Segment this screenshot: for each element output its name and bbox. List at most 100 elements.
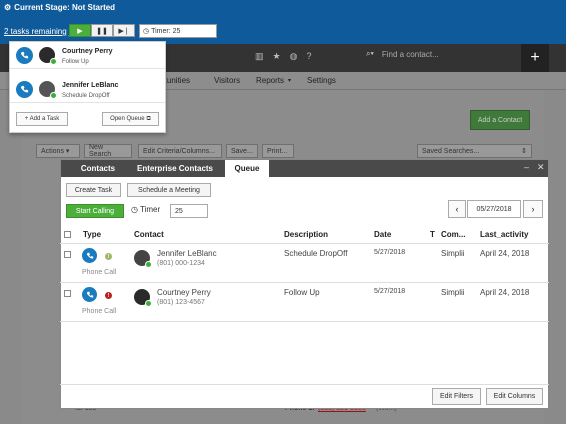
tasks-remaining-link[interactable]: 2 tasks remaining ▾ xyxy=(4,27,73,36)
row-contact-phone: (801) 000-1234 xyxy=(157,260,205,267)
col-contact[interactable]: Contact xyxy=(134,230,164,239)
gear-icon[interactable]: ⚙ xyxy=(4,3,11,12)
row-contact-name[interactable]: Courtney Perry xyxy=(157,288,211,297)
minimize-icon[interactable]: – xyxy=(524,162,529,172)
tasks-dropdown: Courtney Perry Follow Up Jennifer LeBlan… xyxy=(9,41,166,133)
tab-queue[interactable]: Queue xyxy=(225,160,269,177)
footer-divider xyxy=(60,384,549,385)
menu-visitors[interactable]: Visitors xyxy=(214,76,240,85)
actions-button[interactable]: Actions ▾ xyxy=(36,144,80,158)
tasks-remaining-text[interactable]: 2 tasks remaining xyxy=(4,27,67,36)
avatar xyxy=(134,250,152,268)
task-description: Schedule DropOff xyxy=(62,93,110,99)
chart-icon[interactable]: ▥ xyxy=(255,51,264,62)
row-divider xyxy=(60,282,549,283)
edit-criteria-button[interactable]: Edit Criteria/Columns... xyxy=(138,144,222,158)
row-checkbox[interactable] xyxy=(64,251,71,258)
add-contact-button[interactable]: Add a Contact xyxy=(470,110,530,130)
avatar xyxy=(134,289,152,307)
globe-icon[interactable]: ◍ xyxy=(290,51,298,62)
add-task-button[interactable]: + Add a Task xyxy=(16,112,68,126)
tab-contacts[interactable]: Contacts xyxy=(69,160,127,177)
task-description: Follow Up xyxy=(62,59,89,65)
saved-searches-select[interactable]: Saved Searches... ⇕ xyxy=(417,144,532,158)
add-button[interactable]: + xyxy=(521,44,549,72)
row-date: 5/27/2018 xyxy=(374,249,406,256)
schedule-meeting-button[interactable]: Schedule a Meeting xyxy=(127,183,211,197)
timer-display[interactable]: ◷ Timer: 25 xyxy=(139,24,217,38)
task-item[interactable]: Courtney Perry Follow Up xyxy=(10,42,165,69)
menu-reports[interactable]: Reports xyxy=(256,76,284,85)
external-link-icon: ⧉ xyxy=(146,115,151,122)
date-field[interactable]: 05/27/2018 xyxy=(467,200,521,218)
phone-icon xyxy=(16,47,33,64)
phone-icon[interactable] xyxy=(82,248,97,263)
stage-bar: ⚙ Current Stage: Not Started 2 tasks rem… xyxy=(0,0,566,44)
row-contact-name[interactable]: Jennifer LeBlanc xyxy=(157,249,217,258)
nav-icons: ▥ ★ ◍ ? xyxy=(255,51,311,62)
menu-settings[interactable]: Settings xyxy=(307,76,336,85)
save-button[interactable]: Save... xyxy=(226,144,258,158)
col-t[interactable]: T xyxy=(430,230,435,239)
clock-icon: ◷ xyxy=(143,28,150,35)
edit-columns-button[interactable]: Edit Columns xyxy=(486,388,543,405)
new-search-button[interactable]: New Search xyxy=(84,144,132,158)
task-contact-name: Courtney Perry xyxy=(62,48,113,55)
chevron-updown-icon: ⇕ xyxy=(521,148,527,155)
row-description: Schedule DropOff xyxy=(284,249,348,258)
select-all-checkbox[interactable] xyxy=(64,231,71,238)
print-button[interactable]: Print... xyxy=(262,144,294,158)
col-last-activity[interactable]: Last_activity xyxy=(480,230,528,239)
next-date-button[interactable]: › xyxy=(523,200,543,218)
row-divider xyxy=(60,321,549,322)
close-icon[interactable]: ✕ xyxy=(537,162,545,173)
row-checkbox[interactable] xyxy=(64,290,71,297)
create-task-button[interactable]: Create Task xyxy=(66,183,121,197)
prev-date-button[interactable]: ‹ xyxy=(448,200,466,218)
stage-title-text: Current Stage: Not Started xyxy=(14,3,116,12)
open-queue-button[interactable]: Open Queue ⧉ xyxy=(102,112,159,126)
edit-filters-button[interactable]: Edit Filters xyxy=(432,388,481,405)
tab-enterprise-contacts[interactable]: Enterprise Contacts xyxy=(129,160,221,177)
open-queue-label: Open Queue xyxy=(110,116,145,122)
task-contact-name: Jennifer LeBlanc xyxy=(62,82,119,89)
priority-high-icon: ! xyxy=(105,292,112,299)
row-type: Phone Call xyxy=(82,269,117,276)
actions-label: Actions xyxy=(41,147,64,155)
row-last-activity: April 24, 2018 xyxy=(480,249,530,258)
pause-button[interactable]: ❚❚ xyxy=(91,24,113,37)
timer-label: ◷ Timer xyxy=(131,205,160,214)
col-date[interactable]: Date xyxy=(374,230,391,239)
row-company: Simplii xyxy=(441,249,465,258)
col-company[interactable]: Com... xyxy=(441,230,465,239)
play-button[interactable]: ▶ xyxy=(69,24,91,37)
help-icon[interactable]: ? xyxy=(306,51,311,62)
saved-searches-label: Saved Searches... xyxy=(422,147,480,155)
row-type: Phone Call xyxy=(82,308,117,315)
stage-title: ⚙ Current Stage: Not Started xyxy=(4,3,115,12)
skip-button[interactable]: ▶❘ xyxy=(113,24,135,37)
chevron-down-icon: ▾ xyxy=(288,78,292,84)
row-last-activity: April 24, 2018 xyxy=(480,288,530,297)
start-calling-button[interactable]: Start Calling xyxy=(66,204,124,218)
task-item[interactable]: Jennifer LeBlanc Schedule DropOff xyxy=(10,76,165,103)
col-type[interactable]: Type xyxy=(83,230,101,239)
header-divider xyxy=(60,243,549,244)
row-description: Follow Up xyxy=(284,288,320,297)
avatar xyxy=(39,81,57,99)
row-date: 5/27/2018 xyxy=(374,288,406,295)
phone-icon[interactable] xyxy=(82,287,97,302)
modal-tabs: Contacts Enterprise Contacts Queue – ✕ xyxy=(61,160,548,177)
timer-label-text: Timer xyxy=(139,205,161,214)
search-input[interactable] xyxy=(377,49,518,59)
playback-controls: ▶ ❚❚ ▶❘ xyxy=(69,24,135,37)
row-contact-phone: (801) 123-4567 xyxy=(157,299,205,306)
phone-icon xyxy=(16,81,33,98)
contact-search: ⌕▾ xyxy=(366,49,518,59)
avatar xyxy=(39,47,57,65)
timer-input[interactable] xyxy=(170,204,208,218)
priority-low-icon: ! xyxy=(105,253,112,260)
star-icon[interactable]: ★ xyxy=(273,51,281,62)
col-description[interactable]: Description xyxy=(284,230,328,239)
search-icon[interactable]: ⌕▾ xyxy=(366,49,374,59)
